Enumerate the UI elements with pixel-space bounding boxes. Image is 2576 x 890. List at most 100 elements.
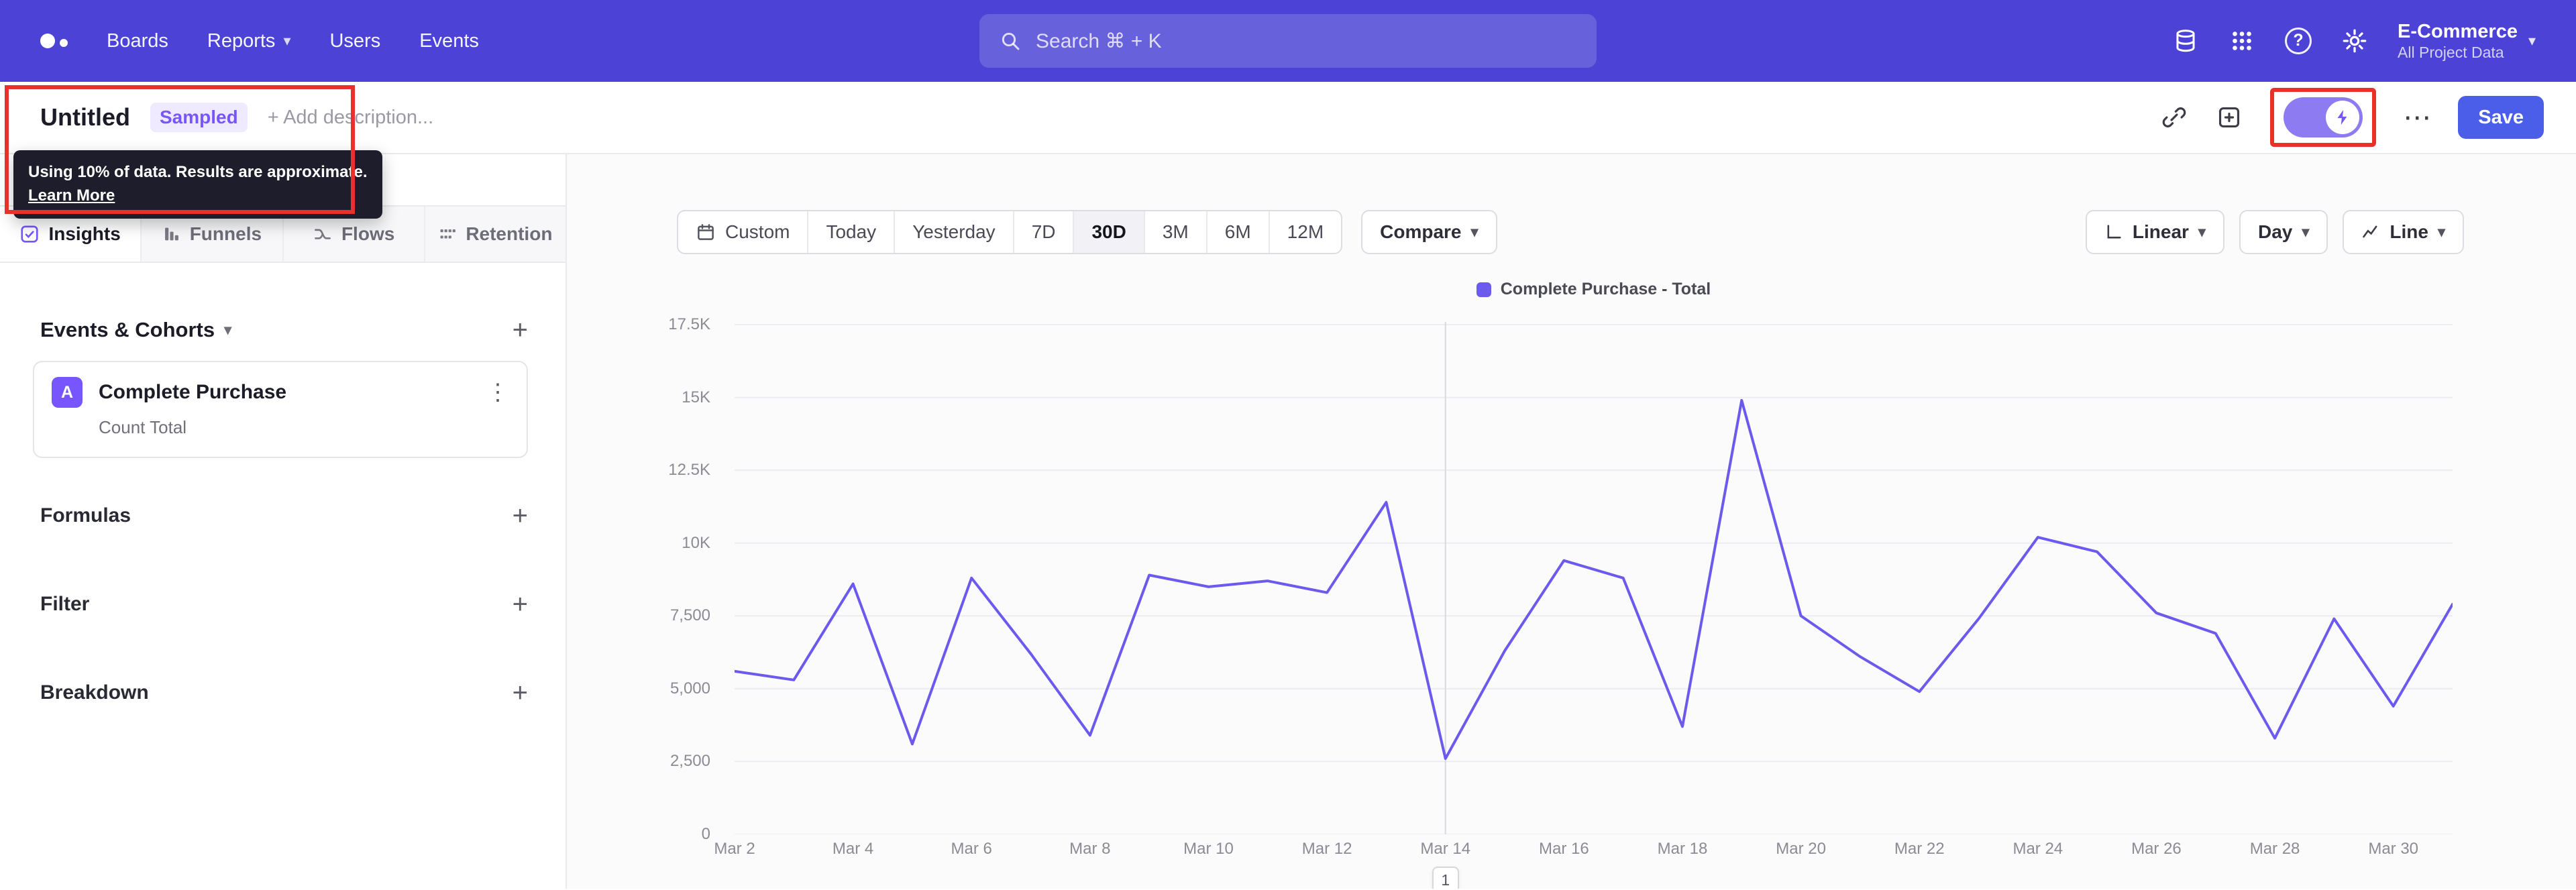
y-axis-label: 0 bbox=[701, 825, 710, 843]
chevron-down-icon: ▾ bbox=[2437, 223, 2445, 240]
nav-boards[interactable]: Boards bbox=[107, 30, 168, 52]
learn-more-link[interactable]: Learn More bbox=[28, 184, 368, 208]
add-event-button[interactable]: + bbox=[513, 317, 528, 343]
date-range-label: Custom bbox=[725, 221, 790, 242]
tooltip-text: Using 10% of data. Results are approxima… bbox=[28, 163, 368, 181]
event-metric[interactable]: Count Total bbox=[99, 417, 509, 438]
date-range-yesterday[interactable]: Yesterday bbox=[894, 211, 1013, 253]
mixpanel-logo[interactable] bbox=[40, 34, 68, 48]
project-subtitle: All Project Data bbox=[2398, 43, 2504, 61]
data-management-icon[interactable] bbox=[2172, 27, 2199, 54]
date-range-label: 6M bbox=[1224, 221, 1251, 242]
filter-section: Filter + bbox=[0, 591, 566, 618]
project-switcher[interactable]: E-Commerce All Project Data ▾ bbox=[2398, 20, 2536, 62]
query-sidebar: Insights Funnels Flows Retention Events … bbox=[0, 154, 567, 889]
calendar-icon bbox=[698, 224, 714, 240]
report-header: Untitled Sampled + Add description... ⋯ … bbox=[0, 82, 2576, 154]
sampling-toggle[interactable] bbox=[2284, 97, 2363, 137]
apps-grid-icon[interactable] bbox=[2229, 27, 2255, 54]
y-axis-label: 15K bbox=[682, 388, 710, 406]
legend-swatch bbox=[1476, 282, 1491, 297]
add-to-board-icon[interactable] bbox=[2215, 103, 2243, 131]
x-axis-label: Mar 18 bbox=[1657, 840, 1708, 858]
y-axis-label: 5,000 bbox=[669, 679, 710, 698]
date-range-30d[interactable]: 30D bbox=[1073, 211, 1144, 253]
x-axis: Mar 2 Mar 4 Mar 6 Mar 8 Mar 10 Mar 12 Mar 14 Ma… bbox=[714, 834, 2453, 864]
date-range-label: 7D bbox=[1031, 221, 1056, 242]
date-range-12m[interactable]: 12M bbox=[1268, 211, 1341, 253]
insights-icon bbox=[21, 225, 39, 243]
nav-reports[interactable]: Reports ▾ bbox=[207, 30, 291, 52]
toggle-knob bbox=[2326, 101, 2360, 134]
sampling-tooltip: Using 10% of data. Results are approxima… bbox=[13, 150, 382, 219]
report-title[interactable]: Untitled bbox=[40, 103, 130, 131]
nav-users[interactable]: Users bbox=[329, 30, 380, 52]
chart-controls: Custom Today Yesterday 7D 30D 3M 6M 12M … bbox=[677, 210, 2464, 254]
breakdown-title: Breakdown bbox=[40, 681, 149, 704]
chart-type-label: Line bbox=[2390, 221, 2428, 242]
compare-button[interactable]: Compare ▾ bbox=[1361, 210, 1497, 254]
copy-link-icon[interactable] bbox=[2160, 103, 2188, 131]
add-formula-button[interactable]: + bbox=[513, 502, 528, 529]
x-axis-label: Mar 14 bbox=[1420, 840, 1471, 858]
add-filter-button[interactable]: + bbox=[513, 591, 528, 618]
date-range-3m[interactable]: 3M bbox=[1143, 211, 1206, 253]
chart-panel: Custom Today Yesterday 7D 30D 3M 6M 12M … bbox=[567, 154, 2576, 889]
tab-label: Retention bbox=[466, 223, 553, 244]
y-axis-label: 17.5K bbox=[668, 315, 710, 333]
x-axis-label: Mar 6 bbox=[951, 840, 992, 858]
date-range-today[interactable]: Today bbox=[807, 211, 894, 253]
help-icon[interactable]: ? bbox=[2285, 27, 2312, 54]
y-axis-label: 12.5K bbox=[668, 461, 710, 480]
date-range-custom[interactable]: Custom bbox=[678, 211, 807, 253]
date-range-label: Yesterday bbox=[912, 221, 996, 242]
top-nav: Boards Reports ▾ Users Events Search ⌘ +… bbox=[0, 0, 2576, 82]
flows-icon bbox=[315, 229, 331, 239]
line-chart[interactable] bbox=[735, 311, 2453, 834]
add-description[interactable]: + Add description... bbox=[268, 107, 433, 129]
funnels-icon bbox=[164, 227, 178, 241]
events-cohorts-title[interactable]: Events & Cohorts ▾ bbox=[40, 318, 231, 342]
page-indicator[interactable]: 1 bbox=[1432, 867, 1459, 889]
x-axis-label: Mar 2 bbox=[714, 840, 755, 858]
save-button[interactable]: Save bbox=[2458, 96, 2544, 139]
event-name: Complete Purchase bbox=[99, 381, 287, 403]
line-chart-icon bbox=[2363, 225, 2377, 238]
x-axis-label: Mar 10 bbox=[1183, 840, 1234, 858]
formulas-section: Formulas + bbox=[0, 502, 566, 529]
lightning-bolt-icon bbox=[2337, 109, 2347, 125]
tab-retention[interactable]: Retention bbox=[423, 207, 566, 262]
granularity-button[interactable]: Day ▾ bbox=[2239, 210, 2328, 254]
axis-scale-button[interactable]: Linear ▾ bbox=[2085, 210, 2224, 254]
gear-icon[interactable] bbox=[2341, 27, 2368, 54]
more-options-icon[interactable]: ⋯ bbox=[2403, 103, 2431, 131]
chart-type-button[interactable]: Line ▾ bbox=[2343, 210, 2464, 254]
search-input[interactable]: Search ⌘ + K bbox=[979, 14, 1597, 68]
x-axis-label: Mar 4 bbox=[832, 840, 874, 858]
event-row[interactable]: A Complete Purchase ⋮ bbox=[52, 377, 509, 408]
tab-label: Insights bbox=[48, 223, 121, 244]
legend-item[interactable]: Complete Purchase - Total bbox=[735, 280, 2453, 299]
chart-plot[interactable]: 17.5K 15K 12.5K 10K 7,500 5,000 2,500 0 bbox=[567, 311, 2576, 843]
kebab-menu-icon[interactable]: ⋮ bbox=[486, 379, 509, 406]
annotation-highlight-toggle bbox=[2270, 88, 2377, 147]
date-range-label: 3M bbox=[1162, 221, 1189, 242]
sampled-badge[interactable]: Sampled bbox=[150, 103, 248, 132]
date-range-6m[interactable]: 6M bbox=[1205, 211, 1269, 253]
chevron-down-icon: ▾ bbox=[2528, 32, 2536, 49]
y-axis-label: 2,500 bbox=[669, 752, 710, 771]
add-breakdown-button[interactable]: + bbox=[513, 679, 528, 706]
nav-events[interactable]: Events bbox=[419, 30, 479, 52]
x-axis-label: Mar 20 bbox=[1776, 840, 1826, 858]
search-placeholder: Search ⌘ + K bbox=[1036, 30, 1162, 52]
date-range-label: 30D bbox=[1091, 221, 1126, 242]
events-cohorts-section: Events & Cohorts ▾ + bbox=[0, 317, 566, 343]
date-range-7d[interactable]: 7D bbox=[1012, 211, 1073, 253]
x-axis-label: Mar 12 bbox=[1301, 840, 1352, 858]
chart-wrap: Complete Purchase - Total 17.5K 15K 12.5K 1… bbox=[567, 280, 2576, 889]
date-range-label: Today bbox=[826, 221, 877, 242]
y-axis: 17.5K 15K 12.5K 10K 7,500 5,000 2,500 0 bbox=[567, 311, 721, 843]
x-axis-label: Mar 16 bbox=[1538, 840, 1589, 858]
chart-pager: 1 bbox=[735, 864, 2453, 889]
content-area: Insights Funnels Flows Retention Events … bbox=[0, 154, 2576, 889]
